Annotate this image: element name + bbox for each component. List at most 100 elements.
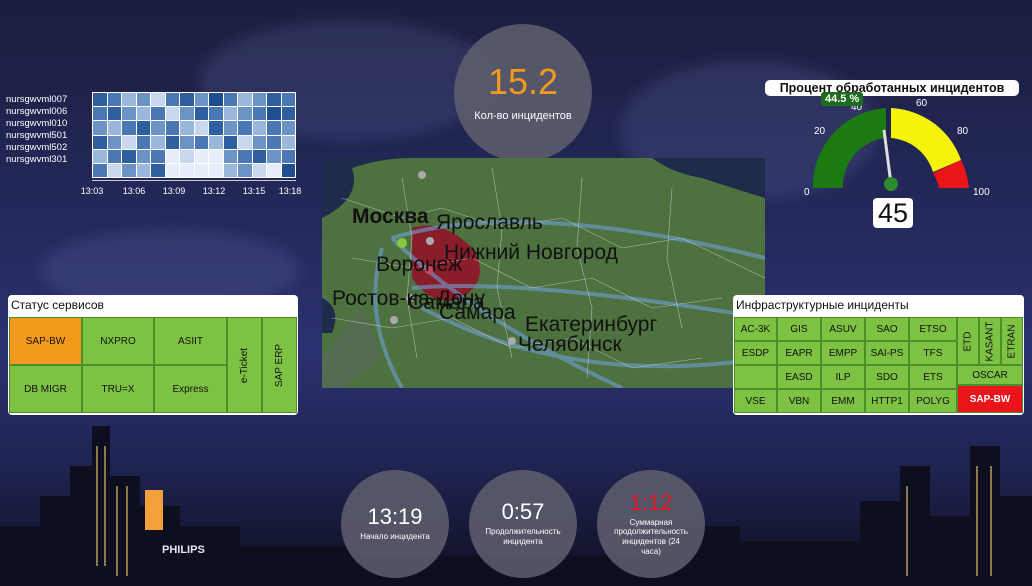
infra-ilp[interactable]: ILP [821, 365, 865, 389]
heatmap-cell [93, 121, 107, 135]
service-e-ticket[interactable]: e-Ticket [227, 317, 262, 413]
heatmap-cell [180, 93, 194, 107]
heatmap-row-label: nursgwvml010 [6, 118, 68, 129]
heatmap-cell [238, 121, 252, 135]
infra-tfs[interactable]: TFS [909, 341, 957, 365]
heatmap-tick: 13:12 [202, 186, 226, 196]
city-marker [418, 171, 426, 179]
heatmap-cell [93, 149, 107, 163]
heatmap-cell [107, 163, 121, 177]
infra-sao[interactable]: SAO [865, 317, 909, 341]
heatmap-cell [122, 93, 136, 107]
heatmap-cell [281, 163, 295, 177]
infra-asuv[interactable]: ASUV [821, 317, 865, 341]
heatmap-axis [92, 180, 296, 181]
heatmap-row-label: nursgwvml007 [6, 94, 68, 105]
heatmap-cell [223, 163, 237, 177]
gauge-tick-label: 0 [804, 187, 810, 198]
heatmap-cell [107, 121, 121, 135]
heatmap-cell [151, 135, 165, 149]
infra-sai-ps[interactable]: SAI-PS [865, 341, 909, 365]
infra-kasant[interactable]: KASANT [979, 317, 1001, 365]
heatmap-cell [238, 107, 252, 121]
heatmap-cell [136, 107, 150, 121]
infra-eapr[interactable]: EAPR [777, 341, 821, 365]
infra-gis[interactable]: GIS [777, 317, 821, 341]
heatmap-cell [165, 163, 179, 177]
incident-count-label: Кол-во инцидентов [474, 110, 572, 122]
heatmap-cell [252, 107, 266, 121]
heatmap-cell [136, 121, 150, 135]
gauge-tick-label: 100 [973, 187, 990, 198]
heatmap-time-ticks: 13:03 13:06 13:09 13:12 13:15 13:18 [81, 186, 302, 200]
heatmap-cell [136, 135, 150, 149]
heatmap-cell [122, 163, 136, 177]
heatmap-cell [180, 163, 194, 177]
service-nxpro[interactable]: NXPRO [82, 317, 154, 365]
service-asiit[interactable]: ASIIT [154, 317, 227, 365]
heatmap-cell [223, 107, 237, 121]
incident-duration-value: 0:57 [501, 499, 545, 525]
infra-esdp[interactable]: ESDP [734, 341, 777, 365]
heatmap-cell [122, 121, 136, 135]
service-sap-bw[interactable]: SAP-BW [9, 317, 82, 365]
heatmap-cell [151, 93, 165, 107]
heatmap-tick: 13:06 [122, 186, 146, 196]
heatmap-cell [180, 107, 194, 121]
heatmap-cell [267, 135, 281, 149]
services-status-panel: Статус сервисов SAP-BW NXPRO ASIIT e-Tic… [8, 295, 298, 415]
infra-oscar[interactable]: OSCAR [957, 365, 1023, 385]
city-marker [397, 238, 407, 248]
heatmap-cell [107, 149, 121, 163]
gauge-band-green [812, 108, 886, 188]
heatmap-cell [180, 135, 194, 149]
gauge-needle [882, 129, 893, 185]
infra-ets[interactable]: ETS [909, 365, 957, 389]
server-heatmap: nursgwvml007 nursgwvml006 nursgwvml010 n… [6, 82, 301, 204]
processed-incidents-gauge: 0 20 40 60 80 100 Процент обработанных и… [760, 80, 1022, 230]
infra-empp[interactable]: EMPP [821, 341, 865, 365]
heatmap-cell [238, 135, 252, 149]
heatmap-cell [281, 93, 295, 107]
heatmap-cell [252, 93, 266, 107]
heatmap-cell [267, 163, 281, 177]
service-sap-erp[interactable]: SAP ERP [262, 317, 297, 413]
heatmap-row-label: nursgwvml006 [6, 106, 68, 117]
heatmap-cell [165, 135, 179, 149]
infra-ac-3k[interactable]: AC-3K [734, 317, 777, 341]
city-label-chelyabinsk: Челябинск [518, 333, 622, 356]
infra-etd[interactable]: ETD [957, 317, 979, 365]
city-marker [508, 337, 516, 345]
heatmap-cell [252, 121, 266, 135]
heatmap-cell [122, 149, 136, 163]
heatmap-tick: 13:18 [278, 186, 302, 196]
heatmap-cell [281, 149, 295, 163]
total-duration-widget: 1:12 Суммарная продолжительность инциден… [597, 470, 705, 578]
heatmap-cell [281, 121, 295, 135]
heatmap-cell [223, 121, 237, 135]
heatmap-cell [209, 107, 223, 121]
heatmap-cell [122, 135, 136, 149]
heatmap-cell [252, 149, 266, 163]
heatmap-cell [267, 93, 281, 107]
gauge-band-yellow [891, 108, 961, 172]
heatmap-cell [107, 107, 121, 121]
infra-sdo[interactable]: SDO [865, 365, 909, 389]
city-label-moscow: Москва [352, 205, 429, 228]
infra-etran[interactable]: ETRAN [1001, 317, 1023, 365]
heatmap-tick: 13:09 [162, 186, 186, 196]
heatmap-cell [194, 121, 208, 135]
infra-easd[interactable]: EASD [777, 365, 821, 389]
heatmap-cell [267, 121, 281, 135]
heatmap-cell [238, 163, 252, 177]
heatmap-cell [136, 149, 150, 163]
heatmap-cell [209, 149, 223, 163]
city-label-nizhny: Нижний Новгород [444, 241, 618, 264]
infra-incidents-title: Инфраструктурные инциденты [733, 295, 1024, 318]
gauge-value: 45 [873, 198, 913, 228]
gauge-tick-label: 80 [957, 126, 969, 137]
infra-etso[interactable]: ETSO [909, 317, 957, 341]
heatmap-cell [93, 107, 107, 121]
heatmap-cell [209, 121, 223, 135]
heatmap-cell [194, 107, 208, 121]
